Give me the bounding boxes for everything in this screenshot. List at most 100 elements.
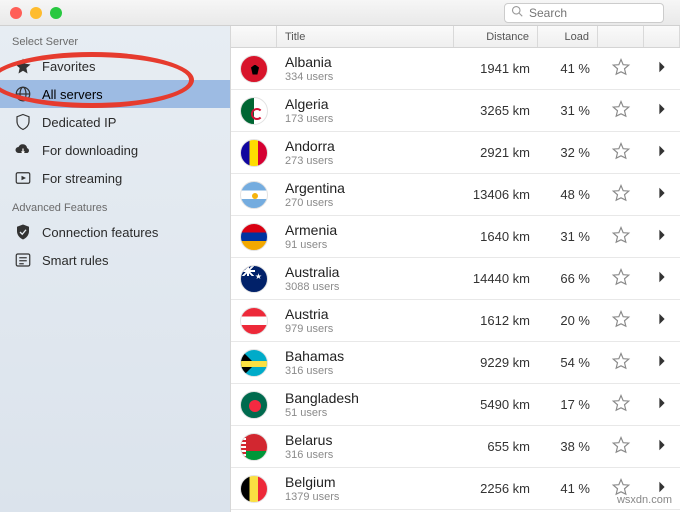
favorite-star-icon[interactable]	[611, 99, 631, 122]
table-row[interactable]: Australia3088 users14440 km66 %	[231, 258, 680, 300]
user-count: 51 users	[285, 407, 327, 419]
star-icon	[14, 57, 32, 75]
search-icon	[511, 5, 523, 20]
favorite-star-icon[interactable]	[611, 141, 631, 164]
window-controls	[10, 7, 62, 19]
distance-value: 3265 km	[480, 103, 530, 118]
sidebar: Select Server Favorites All servers Dedi…	[0, 26, 230, 512]
flag-icon	[240, 349, 268, 377]
flag-icon	[240, 475, 268, 503]
flag-icon	[240, 433, 268, 461]
table-body: Albania334 users1941 km41 %Algeria173 us…	[231, 48, 680, 512]
col-expand-header[interactable]	[644, 26, 680, 47]
favorite-star-icon[interactable]	[611, 225, 631, 248]
chevron-right-icon[interactable]	[657, 312, 667, 329]
col-fav-header[interactable]	[598, 26, 644, 47]
favorite-star-icon[interactable]	[611, 57, 631, 80]
favorite-star-icon[interactable]	[611, 309, 631, 332]
chevron-right-icon[interactable]	[657, 60, 667, 77]
load-value: 41 %	[560, 61, 590, 76]
distance-value: 2921 km	[480, 145, 530, 160]
search-field[interactable]	[504, 3, 664, 23]
flag-icon	[240, 55, 268, 83]
sidebar-item-all-servers[interactable]: All servers	[0, 80, 230, 108]
sidebar-item-dedicated-ip[interactable]: Dedicated IP	[0, 108, 230, 136]
table-row[interactable]: Armenia91 users1640 km31 %	[231, 216, 680, 258]
distance-value: 13406 km	[473, 187, 530, 202]
table-row[interactable]: Belgium1379 users2256 km41 %	[231, 468, 680, 510]
country-name: Australia	[285, 264, 339, 280]
country-name: Belgium	[285, 474, 336, 490]
favorite-star-icon[interactable]	[611, 183, 631, 206]
chevron-right-icon[interactable]	[657, 102, 667, 119]
sidebar-section-select-server: Select Server	[0, 32, 230, 52]
country-name: Bahamas	[285, 348, 344, 364]
col-flag-header[interactable]	[231, 26, 277, 47]
country-name: Andorra	[285, 138, 335, 154]
country-name: Algeria	[285, 96, 329, 112]
sidebar-item-label: Connection features	[42, 225, 158, 240]
chevron-right-icon[interactable]	[657, 186, 667, 203]
sidebar-item-smart-rules[interactable]: Smart rules	[0, 246, 230, 274]
col-load-header[interactable]: Load	[538, 26, 598, 47]
chevron-right-icon[interactable]	[657, 228, 667, 245]
col-title-header[interactable]: Title	[277, 26, 454, 47]
user-count: 1379 users	[285, 491, 339, 503]
table-row[interactable]: Bangladesh51 users5490 km17 %	[231, 384, 680, 426]
load-value: 38 %	[560, 439, 590, 454]
chevron-right-icon[interactable]	[657, 396, 667, 413]
maximize-button[interactable]	[50, 7, 62, 19]
col-distance-header[interactable]: Distance	[454, 26, 538, 47]
chevron-right-icon[interactable]	[657, 144, 667, 161]
play-icon	[14, 169, 32, 187]
close-button[interactable]	[10, 7, 22, 19]
table-row[interactable]: Algeria173 users3265 km31 %	[231, 90, 680, 132]
favorite-star-icon[interactable]	[611, 393, 631, 416]
sidebar-section-advanced: Advanced Features	[0, 198, 230, 218]
search-input[interactable]	[529, 6, 657, 20]
favorite-star-icon[interactable]	[611, 351, 631, 374]
shield-check-icon	[14, 223, 32, 241]
user-count: 273 users	[285, 155, 333, 167]
distance-value: 2256 km	[480, 481, 530, 496]
flag-icon	[240, 223, 268, 251]
distance-value: 5490 km	[480, 397, 530, 412]
flag-icon	[240, 391, 268, 419]
sidebar-item-connection-features[interactable]: Connection features	[0, 218, 230, 246]
favorite-star-icon[interactable]	[611, 267, 631, 290]
list-icon	[14, 251, 32, 269]
sidebar-item-downloading[interactable]: For downloading	[0, 136, 230, 164]
favorite-star-icon[interactable]	[611, 435, 631, 458]
load-value: 32 %	[560, 145, 590, 160]
chevron-right-icon[interactable]	[657, 438, 667, 455]
minimize-button[interactable]	[30, 7, 42, 19]
table-header: Title Distance Load	[231, 26, 680, 48]
load-value: 31 %	[560, 229, 590, 244]
table-row[interactable]: Bahamas316 users9229 km54 %	[231, 342, 680, 384]
sidebar-item-favorites[interactable]: Favorites	[0, 52, 230, 80]
cloud-download-icon	[14, 141, 32, 159]
user-count: 334 users	[285, 71, 333, 83]
sidebar-item-label: All servers	[42, 87, 103, 102]
load-value: 31 %	[560, 103, 590, 118]
watermark: wsxdn.com	[617, 494, 672, 506]
titlebar	[0, 0, 680, 26]
table-row[interactable]: Austria979 users1612 km20 %	[231, 300, 680, 342]
shield-icon	[14, 113, 32, 131]
country-name: Bangladesh	[285, 390, 359, 406]
distance-value: 1640 km	[480, 229, 530, 244]
country-name: Albania	[285, 54, 332, 70]
sidebar-item-streaming[interactable]: For streaming	[0, 164, 230, 192]
distance-value: 1941 km	[480, 61, 530, 76]
table-row[interactable]: Albania334 users 1941 km 41 %	[231, 48, 680, 90]
chevron-right-icon[interactable]	[657, 354, 667, 371]
table-row[interactable]: Argentina270 users13406 km48 %	[231, 174, 680, 216]
user-count: 91 users	[285, 239, 327, 251]
country-name: Belarus	[285, 432, 332, 448]
chevron-right-icon[interactable]	[657, 270, 667, 287]
sidebar-item-label: For streaming	[42, 171, 122, 186]
table-row[interactable]: Andorra273 users 2921 km 32 %	[231, 132, 680, 174]
load-value: 54 %	[560, 355, 590, 370]
distance-value: 9229 km	[480, 355, 530, 370]
table-row[interactable]: Belarus316 users655 km38 %	[231, 426, 680, 468]
